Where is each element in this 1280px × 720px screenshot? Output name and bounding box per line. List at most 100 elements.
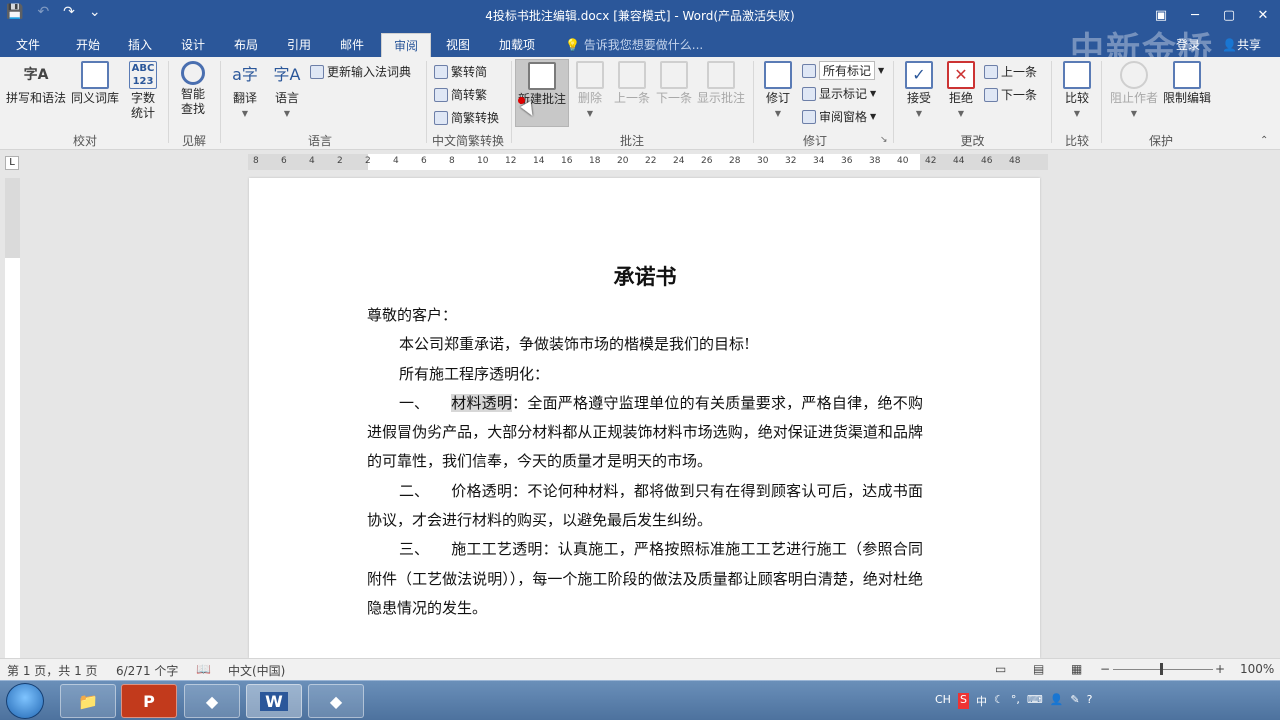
divider <box>893 61 894 143</box>
group-label-tracking: 修订 <box>802 134 827 148</box>
tab-file[interactable]: 文件 <box>16 36 40 53</box>
group-label-chinese-conversion: 中文简繁转换 <box>431 134 504 148</box>
s2t-icon <box>434 87 448 102</box>
track-changes-button[interactable]: 修订 ▼ <box>760 61 796 121</box>
traditional-to-simplified-button[interactable]: 繁转简 <box>434 63 487 80</box>
zoom-out-button[interactable]: − <box>1100 662 1110 676</box>
chinese-conversion-button[interactable]: 简繁转换 <box>434 109 499 126</box>
keyboard-icon[interactable]: ⌨ <box>1027 693 1043 709</box>
smart-lookup-button[interactable]: 智能 查找 <box>174 61 212 117</box>
group-label-changes: 更改 <box>960 134 985 148</box>
tab-references[interactable]: 引用 <box>287 36 311 53</box>
page-count[interactable]: 第 1 页，共 1 页 <box>7 662 98 679</box>
t2s-icon <box>434 64 448 79</box>
tab-mailings[interactable]: 邮件 <box>340 36 364 53</box>
group-label-compare: 比较 <box>1064 134 1089 148</box>
ruler-tick-label: 42 <box>925 156 937 166</box>
word-count-button[interactable]: ABC 123 字数 统计 <box>124 61 162 121</box>
chinese-mode-icon[interactable]: 中 <box>976 693 987 709</box>
ruler-tick-label: 4 <box>309 156 315 166</box>
ruler-tick-label: 2 <box>337 156 343 166</box>
item-number: 三、 <box>399 540 430 559</box>
recorder-taskbar-button[interactable]: ◆ <box>308 684 364 718</box>
group-label-language: 语言 <box>307 134 332 148</box>
zoom-slider[interactable] <box>1113 669 1213 670</box>
group-label-proofing: 校对 <box>72 134 97 148</box>
read-mode-icon[interactable]: ▭ <box>995 662 1006 676</box>
commented-text[interactable]: 材料透明 <box>451 393 513 412</box>
share-button[interactable]: 👤共享 <box>1222 36 1261 53</box>
next-comment-button[interactable]: 下一条 <box>654 61 694 106</box>
language-status[interactable]: 中文(中国) <box>228 662 285 679</box>
tab-design[interactable]: 设计 <box>181 36 205 53</box>
show-markup-button[interactable]: 显示标记 ▼ <box>802 85 876 102</box>
review-pane-button[interactable]: 审阅窗格 ▼ <box>802 108 876 125</box>
previous-change-button[interactable]: 上一条 <box>984 63 1037 80</box>
zoom-slider-thumb[interactable] <box>1160 663 1163 675</box>
word-count[interactable]: 6/271 个字 <box>116 662 178 679</box>
next-change-button[interactable]: 下一条 <box>984 86 1037 103</box>
ruler-tick-label: 44 <box>953 156 965 166</box>
tab-selector[interactable]: L <box>5 156 19 170</box>
show-comments-icon <box>707 61 735 89</box>
tab-home[interactable]: 开始 <box>76 36 100 53</box>
proofing-icon[interactable]: 📖 <box>196 662 211 676</box>
tab-addins[interactable]: 加载项 <box>499 36 535 53</box>
windows-start-button[interactable] <box>6 683 44 719</box>
restrict-editing-button[interactable]: 限制编辑 <box>1160 61 1214 106</box>
user-icon[interactable]: 👤 <box>1050 693 1064 709</box>
track-changes-icon <box>764 61 792 89</box>
word-taskbar-button[interactable]: W <box>246 684 302 718</box>
zoom-in-button[interactable]: + <box>1215 662 1225 676</box>
ruler-tick-label: 12 <box>505 156 517 166</box>
sogou-icon[interactable]: S <box>957 693 969 709</box>
tell-me-search[interactable]: 💡 告诉我您想要做什么... <box>565 36 703 53</box>
vertical-ruler[interactable] <box>5 178 20 658</box>
folder-icon: 📁 <box>78 691 98 711</box>
close-button[interactable]: ✕ <box>1246 0 1280 30</box>
tab-review[interactable]: 审阅 <box>381 33 432 57</box>
app-taskbar-button[interactable]: ◆ <box>184 684 240 718</box>
tab-layout[interactable]: 布局 <box>234 36 258 53</box>
pen-icon[interactable]: ✎ <box>1070 693 1079 709</box>
translate-button[interactable]: a字 翻译 ▼ <box>226 61 264 121</box>
collapse-ribbon-icon[interactable]: ⌃ <box>1260 135 1268 146</box>
document-body[interactable]: 承诺书 尊敬的客户： 本公司郑重承诺，争做装饰市场的楷模是我们的目标! 所有施工… <box>367 262 923 623</box>
simplified-to-traditional-button[interactable]: 简转繁 <box>434 86 487 103</box>
ruler-tick-label: 8 <box>449 156 455 166</box>
chevron-down-icon: ▼ <box>870 89 877 98</box>
print-layout-icon[interactable]: ▤ <box>1033 662 1044 676</box>
delete-comment-button[interactable]: 删除 ▼ <box>572 61 608 121</box>
ruler-tick-label: 26 <box>701 156 713 166</box>
thesaurus-button[interactable]: 同义词库 <box>68 61 122 106</box>
compare-button[interactable]: 比较 ▼ <box>1058 61 1096 121</box>
ruler-tick-label: 28 <box>729 156 741 166</box>
dialog-launcher-icon[interactable]: ↘ <box>880 135 888 145</box>
person-icon: 👤 <box>1222 38 1237 52</box>
moon-icon[interactable]: ☾ <box>994 693 1004 709</box>
show-comments-button[interactable]: 显示批注 <box>696 61 746 106</box>
powerpoint-taskbar-button[interactable]: P <box>121 684 177 718</box>
file-explorer-taskbar-button[interactable]: 📁 <box>60 684 116 718</box>
spelling-grammar-button[interactable]: 字A 拼写和语法 <box>4 61 68 106</box>
punctuation-icon[interactable]: °, <box>1011 693 1020 709</box>
ruler-tick-label: 36 <box>841 156 853 166</box>
ruler-tick-label: 10 <box>477 156 489 166</box>
restore-button[interactable]: ▢ <box>1212 0 1246 30</box>
input-method-indicator[interactable]: CH <box>935 693 951 709</box>
markup-select[interactable]: 所有标记 ▼ <box>802 61 884 80</box>
tab-view[interactable]: 视图 <box>446 36 470 53</box>
web-layout-icon[interactable]: ▦ <box>1071 662 1082 676</box>
new-comment-button[interactable]: 新建批注 <box>515 59 569 127</box>
block-authors-button[interactable]: 阻止作者 ▼ <box>1106 61 1162 121</box>
reject-button[interactable]: ✕ 拒绝 ▼ <box>942 61 980 121</box>
tab-insert[interactable]: 插入 <box>128 36 152 53</box>
conversion-icon <box>434 110 448 125</box>
help-icon[interactable]: ? <box>1087 693 1093 709</box>
update-ime-dictionary-button[interactable]: 更新输入法词典 <box>310 63 411 80</box>
language-button[interactable]: 字A 语言 ▼ <box>268 61 306 121</box>
horizontal-ruler[interactable]: 8 6 4 2 2 4 6 8 10 12 14 16 18 20 22 24 26 28 30 32 34 36 38 40… <box>248 154 1048 170</box>
zoom-level[interactable]: 100% <box>1240 662 1274 676</box>
accept-button[interactable]: ✓ 接受 ▼ <box>900 61 938 121</box>
previous-comment-button[interactable]: 上一条 <box>612 61 652 106</box>
